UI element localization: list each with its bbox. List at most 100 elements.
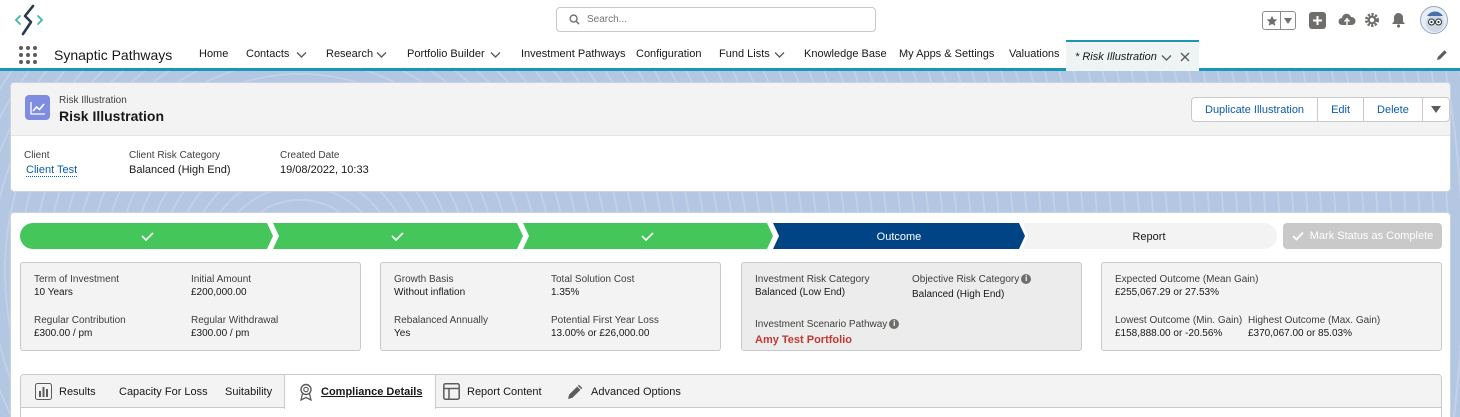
record-header-card: Risk Illustration Risk Illustration Dupl… [10, 82, 1451, 192]
star-icon[interactable] [1263, 12, 1281, 29]
investment-terms-panel: Term of Investment 10 Years Initial Amoun… [20, 262, 361, 351]
tab-capacity-for-loss-label: Capacity For Loss [119, 385, 208, 398]
investment-risk-category-value: Balanced (Low End) [755, 287, 846, 298]
path-step-5[interactable]: Report [1022, 223, 1277, 249]
setup-gear-icon[interactable] [1363, 11, 1381, 29]
ribbon-award-icon [300, 383, 312, 401]
growth-basis-label: Growth Basis [394, 274, 454, 285]
favorites-dropdown-icon[interactable] [1281, 12, 1295, 29]
lowest-outcome-value: £158,888.00 or -20.56% [1115, 328, 1223, 339]
nav-tab-label: * Risk Illustration [1075, 51, 1157, 63]
initial-amount-value: £200,000.00 [191, 287, 247, 298]
global-actions-add-icon[interactable] [1308, 11, 1326, 29]
search-icon [569, 14, 580, 25]
nav-item-contacts[interactable]: Contacts [246, 48, 289, 60]
notifications-bell-icon[interactable] [1389, 11, 1407, 29]
path-step-4-label: Outcome [877, 231, 922, 243]
nav-item-research[interactable]: Research [326, 48, 373, 60]
global-header: Search... [0, 0, 1460, 40]
regular-withdrawal-label: Regular Withdrawal [191, 315, 279, 326]
tab-bar: Results Capacity For Loss Suitability Co… [21, 375, 1441, 409]
rebalanced-annually-value: Yes [394, 328, 411, 339]
nav-item-portfolio-builder[interactable]: Portfolio Builder [407, 48, 485, 60]
favorites-button[interactable] [1262, 11, 1296, 30]
nav-item-configuration[interactable]: Configuration [636, 48, 701, 60]
record-header: Risk Illustration Risk Illustration Dupl… [11, 83, 1450, 136]
more-actions-dropdown-icon[interactable] [1423, 98, 1449, 121]
created-date-field: Created Date 19/08/2022, 10:33 [280, 150, 369, 176]
investment-scenario-pathway-label: Investment Scenario Pathway [755, 319, 888, 330]
mark-status-complete-button[interactable]: Mark Status as Complete [1283, 223, 1442, 249]
research-chevron-down-icon[interactable] [376, 51, 387, 59]
path-step-3[interactable] [523, 223, 773, 249]
nav-item-investment-pathways[interactable]: Investment Pathways [521, 48, 626, 60]
regular-withdrawal-value: £300.00 / pm [191, 328, 250, 339]
portfolio-builder-chevron-down-icon[interactable] [490, 51, 501, 59]
initial-amount-label: Initial Amount [191, 274, 252, 285]
client-field: Client Client Test [24, 150, 78, 177]
tab-compliance-details-label: Compliance Details [321, 386, 423, 398]
path-step-5-label: Report [1132, 231, 1165, 243]
objective-risk-category-label: Objective Risk Category [912, 274, 1020, 285]
tab-capacity-for-loss[interactable]: Capacity For Loss [119, 375, 208, 408]
term-label: Term of Investment [34, 274, 120, 285]
expected-outcome-value: £255,067.29 or 27.53% [1115, 287, 1219, 298]
investment-risk-category-label: Investment Risk Category [755, 274, 870, 285]
created-date-value: 19/08/2022, 10:33 [280, 164, 369, 176]
client-risk-category-label: Client Risk Category [129, 150, 221, 161]
total-solution-cost-label: Total Solution Cost [551, 274, 635, 285]
tab-chevron-down-icon[interactable] [1161, 54, 1172, 62]
bar-chart-icon [35, 383, 52, 400]
app-launcher-icon[interactable] [19, 46, 37, 64]
term-value: 10 Years [34, 287, 73, 298]
nav-item-valuations[interactable]: Valuations [1009, 48, 1060, 60]
search-placeholder: Search... [587, 14, 628, 25]
app-name: Synaptic Pathways [54, 47, 173, 63]
trailhead-cloud-icon[interactable] [1338, 11, 1356, 29]
delete-button[interactable]: Delete [1364, 98, 1423, 121]
nav-item-my-apps-settings[interactable]: My Apps & Settings [899, 48, 994, 60]
fund-lists-chevron-down-icon[interactable] [774, 51, 785, 59]
object-type-label: Risk Illustration [59, 95, 127, 106]
regular-contribution-label: Regular Contribution [34, 315, 126, 326]
potential-first-year-loss-value: 13.00% or £26,000.00 [551, 328, 650, 339]
tab-report-content-label: Report Content [467, 385, 542, 398]
app-logo-icon[interactable] [14, 4, 44, 36]
checkmark-icon [1292, 231, 1304, 241]
nav-item-fund-lists[interactable]: Fund Lists [719, 48, 770, 60]
edit-nav-pencil-icon[interactable] [1436, 49, 1448, 61]
layout-icon [443, 383, 460, 400]
expected-outcome-label: Expected Outcome (Mean Gain) [1115, 274, 1259, 285]
tab-close-icon[interactable] [1180, 52, 1190, 62]
tab-results-label: Results [59, 385, 96, 398]
global-search-input[interactable]: Search... [556, 7, 876, 32]
user-avatar[interactable] [1420, 6, 1448, 34]
client-risk-category-value: Balanced (High End) [129, 164, 231, 176]
nav-tab-risk-illustration[interactable]: * Risk Illustration [1066, 40, 1199, 71]
growth-basis-value: Without inflation [394, 287, 466, 298]
client-link[interactable]: Client Test [26, 164, 78, 177]
tab-report-content[interactable]: Report Content [443, 375, 542, 408]
investment-scenario-pathway-value: Amy Test Portfolio [755, 334, 852, 346]
outcome-panel: Expected Outcome (Mean Gain) £255,067.29 … [1101, 262, 1442, 351]
tab-advanced-options[interactable]: Advanced Options [566, 375, 681, 408]
tab-results[interactable]: Results [35, 375, 96, 408]
highest-outcome-value: £370,067.00 or 85.03% [1248, 328, 1352, 339]
risk-category-panel: Investment Risk Category Balanced (Low En… [741, 262, 1082, 351]
tab-suitability[interactable]: Suitability [225, 375, 272, 408]
scenario-pathway-info-icon[interactable]: i [889, 319, 900, 330]
path-step-2[interactable] [273, 223, 523, 249]
objective-risk-info-icon[interactable]: i [1021, 274, 1032, 285]
edit-button[interactable]: Edit [1318, 98, 1365, 121]
record-title: Risk Illustration [59, 108, 165, 124]
nav-item-home[interactable]: Home [199, 48, 228, 60]
tab-compliance-details[interactable]: Compliance Details [284, 375, 437, 409]
contacts-chevron-down-icon[interactable] [296, 51, 307, 59]
detail-tabset: Results Capacity For Loss Suitability Co… [20, 374, 1442, 417]
highest-outcome-label: Highest Outcome (Max. Gain) [1248, 315, 1381, 326]
duplicate-illustration-button[interactable]: Duplicate Illustration [1192, 98, 1319, 121]
nav-item-knowledge-base[interactable]: Knowledge Base [804, 48, 887, 60]
record-action-buttons: Duplicate Illustration Edit Delete [1191, 97, 1450, 122]
path-step-1[interactable] [20, 223, 273, 249]
mark-status-complete-label: Mark Status as Complete [1309, 230, 1434, 242]
